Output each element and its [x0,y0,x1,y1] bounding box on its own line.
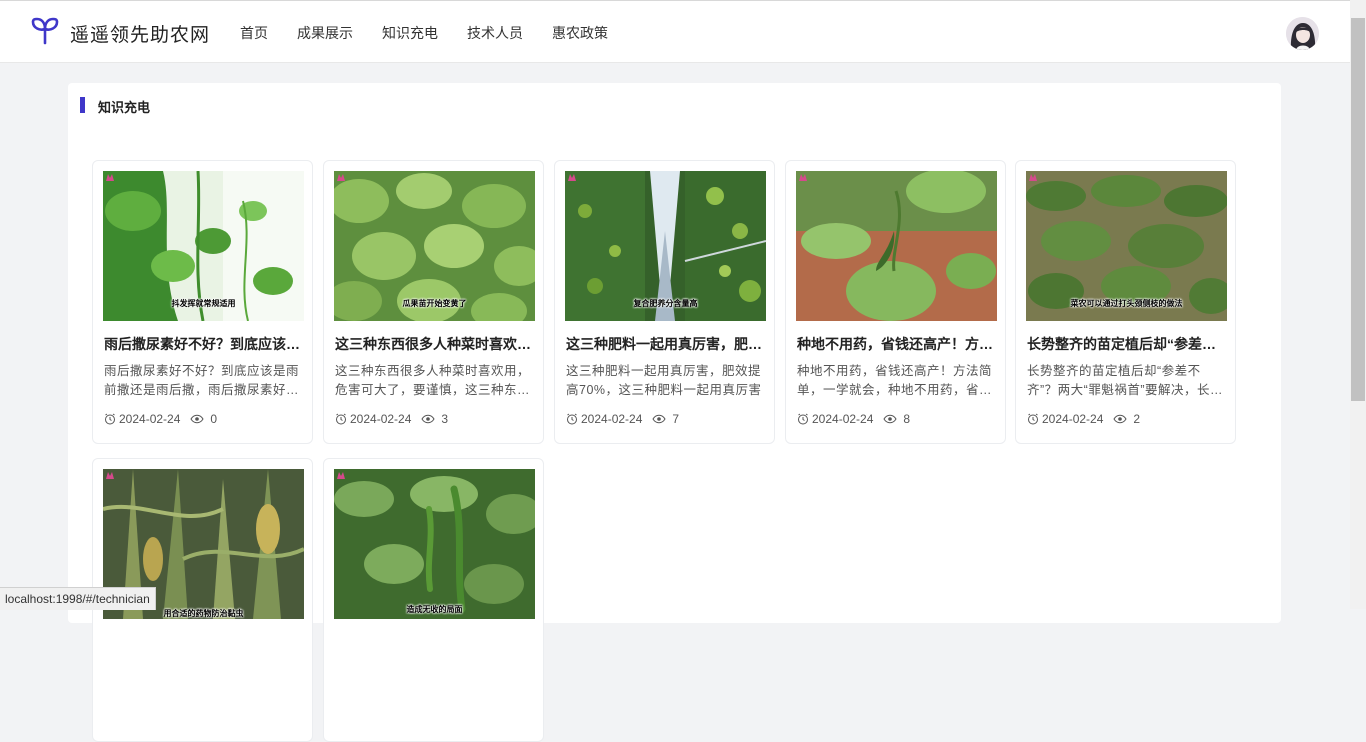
eye-icon [190,414,204,424]
publish-date: 2024-02-24 [119,412,181,426]
clock-icon [567,413,577,425]
article-card[interactable]: 抖发挥就常规适用 雨后撒尿素好不好？到底应该是雨前撒还是雨后撒 雨后撒尿素好不好… [92,160,313,444]
article-card[interactable]: 菜农可以通过打头颈侧枝的做法 长势整齐的苗定植后却“参差不齐”？两大“罪魁祸首”… [1015,160,1236,444]
article-summary: 这三种东西很多人种菜时喜欢用，危害可大了，要谨慎，这三种东西很多人种菜时喜欢用 [335,364,531,397]
view-count: 3 [441,412,449,426]
scrollbar-thumb[interactable] [1351,18,1365,401]
publish-date: 2024-02-24 [1042,412,1104,426]
article-title[interactable]: 长势整齐的苗定植后却“参差不齐”？两大“罪魁祸首”要解决 [1027,334,1227,354]
knowledge-panel: 知识充电 抖发挥就常规适用 雨后撒尿素好不好？到底应该是雨前撒还是雨后撒 雨后撒… [68,83,1281,742]
corner-badge-icon [1029,174,1037,181]
user-avatar[interactable] [1286,17,1319,50]
thumbnail-caption: 复合肥养分含量高 [633,299,698,308]
article-summary: 雨后撒尿素好不好？到底应该是雨前撒还是雨后撒，雨后撒尿素好不好？ [104,364,300,397]
corner-badge-icon [799,174,807,181]
article-thumbnail[interactable]: 菜农可以通过打头颈侧枝的做法 [1026,171,1227,321]
sprout-logo-icon[interactable] [30,17,60,45]
article-summary: 种地不用药，省钱还高产！方法简单，一学就会，种地不用药，省钱还高产 [797,364,993,397]
thumbnail-caption: 抖发挥就常规适用 [171,299,236,308]
nav-item-home[interactable]: 首页 [240,23,268,43]
view-count: 7 [672,412,680,426]
article-thumbnail[interactable]: 抖发挥就常规适用 [103,171,304,321]
corner-badge-icon [337,174,345,181]
eye-icon [652,414,666,424]
thumbnail-caption: 造成无收的局面 [406,605,463,614]
article-card[interactable]: 复合肥养分含量高 这三种肥料一起用真厉害，肥效提高70% 这三种肥料一起用真厉害… [554,160,775,444]
clock-icon [105,413,115,425]
corner-badge-icon [106,174,114,181]
clock-icon [336,413,346,425]
clock-icon [798,413,808,425]
article-thumbnail[interactable]: 造成无收的局面 [334,469,535,619]
article-thumbnail[interactable]: 复合肥养分含量高 [565,171,766,321]
view-count: 0 [210,412,218,426]
view-count: 2 [1133,412,1141,426]
eye-icon [421,414,435,424]
article-meta: 2024-02-24 2 [1027,412,1140,426]
article-title[interactable]: 这三种东西很多人种菜时喜欢用，危害可大了 [335,334,535,354]
thumbnail-caption: 瓜果苗开始变黄了 [402,299,467,308]
status-bar-url: localhost:1998/#/technician [0,587,156,610]
thumbnail-caption: 菜农可以通过打头颈侧枝的做法 [1070,299,1183,308]
article-title[interactable]: 这三种肥料一起用真厉害，肥效提高70% [566,334,766,354]
section-title: 知识充电 [98,100,151,115]
nav-item-technicians[interactable]: 技术人员 [467,23,523,43]
article-title[interactable]: 种地不用药，省钱还高产！方法简单 [797,334,997,354]
article-summary: 长势整齐的苗定植后却“参差不齐”？两大“罪魁祸首”要解决，长势整齐的苗定植后 [1027,364,1223,397]
article-thumbnail[interactable]: 瓜果苗开始变黄了 [334,171,535,321]
section-accent-bar [80,97,85,113]
article-card[interactable]: 种地不用药，省钱还高产！方法简单 种地不用药，省钱还高产！方法简单，一学就会，种… [785,160,1006,444]
nav-item-knowledge[interactable]: 知识充电 [382,23,438,43]
eye-icon [883,414,897,424]
article-meta: 2024-02-24 3 [335,412,448,426]
nav-item-achievements[interactable]: 成果展示 [297,23,353,43]
article-summary: 这三种肥料一起用真厉害，肥效提高70%，这三种肥料一起用真厉害 [566,364,762,397]
clock-icon [1028,413,1038,425]
brand-name[interactable]: 遥遥领先助农网 [70,20,210,47]
corner-badge-icon [337,472,345,479]
view-count: 8 [903,412,911,426]
article-meta: 2024-02-24 7 [566,412,679,426]
corner-badge-icon [568,174,576,181]
corner-badge-icon [106,472,114,479]
eye-icon [1113,414,1127,424]
article-card[interactable]: 造成无收的局面 [323,458,544,742]
article-title[interactable]: 雨后撒尿素好不好？到底应该是雨前撒还是雨后撒 [104,334,304,354]
main-nav: 首页 成果展示 知识充电 技术人员 惠农政策 [240,23,637,43]
publish-date: 2024-02-24 [350,412,412,426]
nav-item-policies[interactable]: 惠农政策 [552,23,608,43]
article-meta: 2024-02-24 8 [797,412,910,426]
publish-date: 2024-02-24 [581,412,643,426]
article-card[interactable]: 瓜果苗开始变黄了 这三种东西很多人种菜时喜欢用，危害可大了 这三种东西很多人种菜… [323,160,544,444]
top-header: 遥遥领先助农网 首页 成果展示 知识充电 技术人员 惠农政策 [0,1,1350,63]
article-meta: 2024-02-24 0 [104,412,217,426]
publish-date: 2024-02-24 [812,412,874,426]
article-thumbnail[interactable] [796,171,997,321]
